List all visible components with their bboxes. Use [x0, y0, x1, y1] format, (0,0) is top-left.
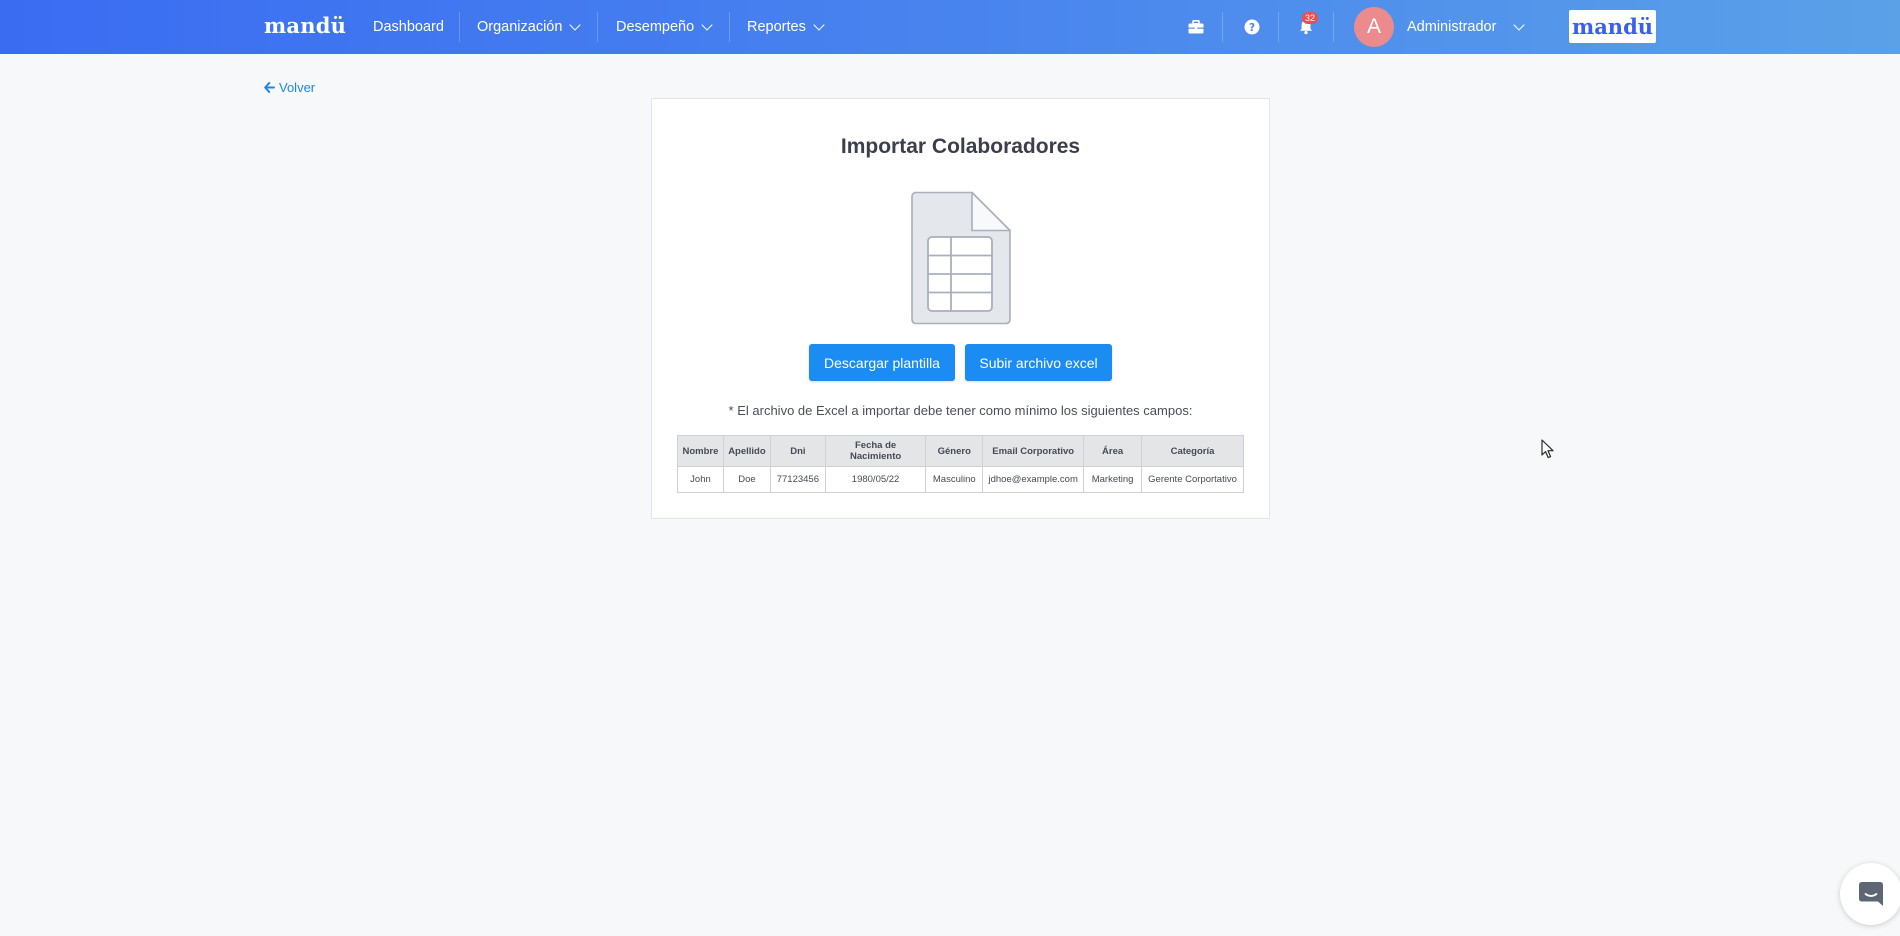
table-cell: Masculino: [925, 466, 984, 493]
table-cell: 77123456: [769, 466, 826, 493]
nav-divider: [459, 12, 460, 42]
nav-reportes-label: Reportes: [747, 19, 806, 35]
user-menu[interactable]: Administrador: [1407, 0, 1496, 54]
nav-divider: [1333, 12, 1334, 42]
nav-desempeno[interactable]: Desempeño: [616, 0, 713, 54]
required-fields-note: * El archivo de Excel a importar debe te…: [728, 403, 1193, 418]
required-fields-table: Nombre Apellido Dni Fecha de Nacimiento …: [677, 435, 1244, 493]
chevron-down-icon: [701, 19, 713, 31]
page-title: Importar Colaboradores: [840, 135, 1081, 158]
download-template-button[interactable]: Descargar plantilla: [809, 344, 955, 381]
nav-divider: [1222, 12, 1223, 42]
spreadsheet-file-icon: [911, 191, 1011, 325]
table-cell: Doe: [722, 466, 771, 493]
help-icon[interactable]: ?: [1239, 14, 1265, 40]
table-cell: 1980/05/22: [824, 466, 927, 493]
mouse-cursor-icon: [1541, 439, 1554, 459]
column-header: Nombre: [677, 435, 724, 467]
nav-organizacion[interactable]: Organización: [477, 0, 582, 54]
table-cell: John: [677, 466, 724, 493]
svg-text:?: ?: [1249, 22, 1255, 34]
nav-divider: [729, 12, 730, 42]
import-card: Importar Colaboradores Descargar plantil…: [651, 98, 1270, 519]
column-header: Género: [925, 435, 984, 467]
briefcase-icon[interactable]: [1183, 14, 1209, 40]
chat-launcher-button[interactable]: [1840, 863, 1900, 925]
top-navbar: mandü Dashboard Organización Desempeño R…: [0, 0, 1900, 54]
chevron-down-icon: [569, 19, 582, 31]
table-row: John Doe 77123456 1980/05/22 Masculino j…: [677, 466, 1244, 493]
column-header: Área: [1083, 435, 1143, 467]
nav-divider: [1278, 12, 1279, 42]
chevron-down-icon[interactable]: [1513, 19, 1525, 31]
table-cell: jdhoe@example.com: [982, 466, 1085, 493]
chevron-down-icon: [813, 19, 825, 31]
table-cell: Marketing: [1083, 466, 1143, 493]
avatar-letter: A: [1366, 15, 1381, 38]
notification-badge: 32: [1302, 12, 1319, 24]
nav-reportes[interactable]: Reportes: [747, 0, 825, 54]
table-cell: Gerente Corportativo: [1141, 466, 1244, 493]
arrow-left-icon: [264, 82, 275, 93]
client-logo: mandü: [1569, 10, 1656, 43]
back-link-label: Volver: [279, 80, 316, 95]
chat-icon: [1859, 882, 1883, 906]
brand-logo[interactable]: mandü: [264, 13, 346, 38]
table-header-row: Nombre Apellido Dni Fecha de Nacimiento …: [677, 435, 1244, 467]
user-name-label: Administrador: [1407, 19, 1497, 35]
nav-divider: [597, 12, 598, 42]
upload-excel-button[interactable]: Subir archivo excel: [965, 344, 1112, 381]
nav-desempeno-label: Desempeño: [616, 19, 695, 35]
column-header: Dni: [769, 435, 826, 467]
column-header: Email Corporativo: [982, 435, 1085, 467]
back-link[interactable]: Volver: [264, 80, 315, 95]
column-header: Categoría: [1141, 435, 1244, 467]
column-header: Fecha de Nacimiento: [824, 435, 927, 467]
nav-dashboard-label: Dashboard: [373, 19, 444, 35]
avatar[interactable]: A: [1354, 7, 1394, 47]
nav-dashboard[interactable]: Dashboard: [373, 0, 444, 54]
nav-organizacion-label: Organización: [477, 19, 563, 35]
column-header: Apellido: [722, 435, 771, 467]
